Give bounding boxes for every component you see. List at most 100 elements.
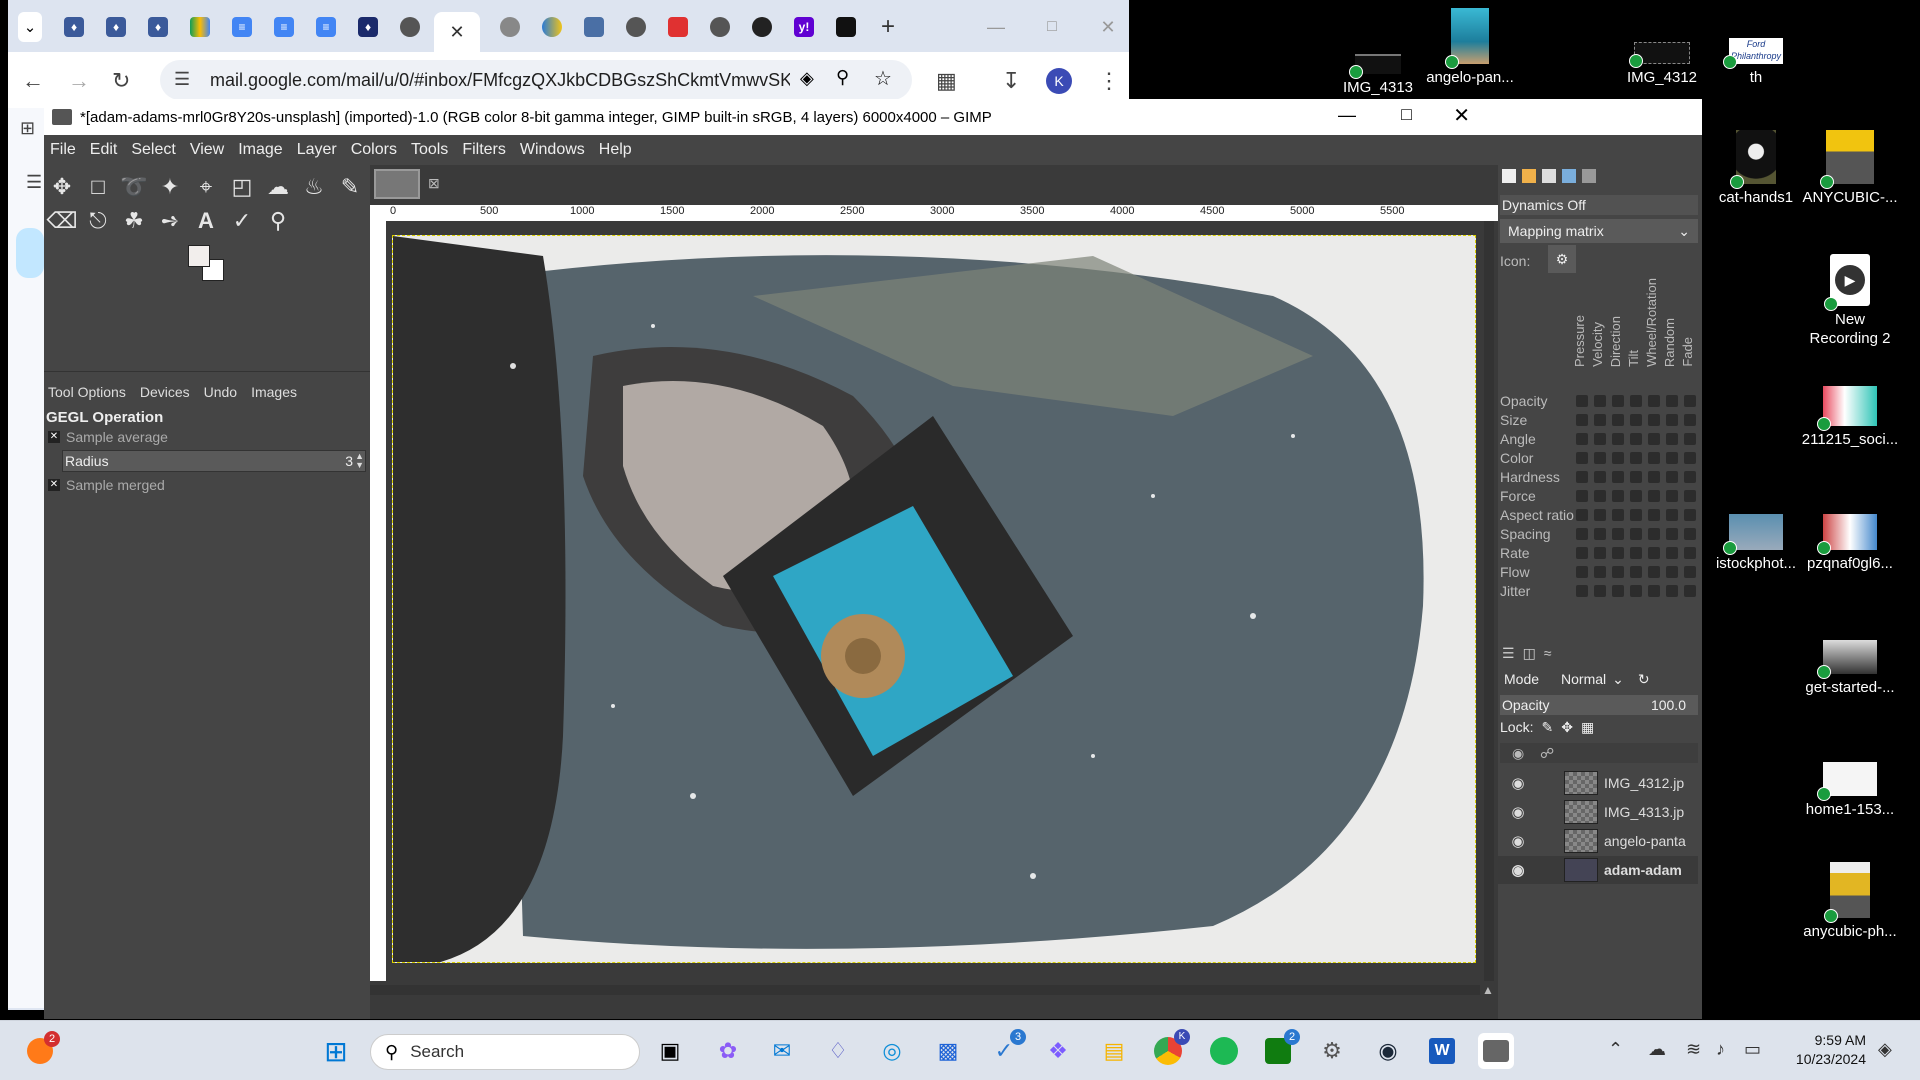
matrix-cell-toggle[interactable]	[1648, 490, 1660, 502]
matrix-cell-toggle[interactable]	[1576, 433, 1588, 445]
desktop-icon-istockphoto[interactable]: istockphot...	[1706, 514, 1806, 573]
browser-tab[interactable]	[392, 12, 428, 42]
matrix-cell-toggle[interactable]	[1648, 433, 1660, 445]
site-info-icon[interactable]: ☰	[174, 69, 190, 90]
radius-spinner[interactable]: Radius 3 ▲ ▼	[62, 450, 366, 472]
word-icon[interactable]: W	[1424, 1033, 1460, 1069]
matrix-cell-toggle[interactable]	[1630, 566, 1642, 578]
matrix-cell-toggle[interactable]	[1630, 547, 1642, 559]
matrix-cell-toggle[interactable]	[1630, 528, 1642, 540]
matrix-cell-toggle[interactable]	[1612, 547, 1624, 559]
layer-row[interactable]: ◉ IMG_4313.jp	[1498, 798, 1698, 826]
browser-tab[interactable]: ≡	[266, 12, 302, 42]
desktop-icon-th[interactable]: Ford Philanthropy th	[1706, 38, 1806, 87]
matrix-cell-toggle[interactable]	[1594, 547, 1606, 559]
lock-pixels-icon[interactable]: ✎	[1541, 719, 1553, 739]
matrix-cell-toggle[interactable]	[1594, 452, 1606, 464]
matrix-cell-toggle[interactable]	[1648, 528, 1660, 540]
matrix-cell-toggle[interactable]	[1576, 509, 1588, 521]
menu-select[interactable]: Select	[125, 141, 183, 159]
settings-icon[interactable]: ⚙	[1314, 1033, 1350, 1069]
matrix-cell-toggle[interactable]	[1648, 395, 1660, 407]
browser-tab[interactable]: ≡	[224, 12, 260, 42]
matrix-cell-toggle[interactable]	[1630, 585, 1642, 597]
notifications-bell-icon[interactable]: ◈	[1878, 1039, 1892, 1060]
clock[interactable]: 9:59 AM 10/23/2024	[1778, 1031, 1866, 1069]
move-tool-icon[interactable]: ✥	[48, 173, 76, 201]
matrix-cell-toggle[interactable]	[1594, 471, 1606, 483]
matrix-cell-toggle[interactable]	[1684, 471, 1696, 483]
browser-tab[interactable]: ♦	[350, 12, 386, 42]
layer-row[interactable]: ◉ angelo-panta	[1498, 827, 1698, 855]
close-icon[interactable]: ✕	[449, 22, 464, 43]
security-icon[interactable]: ☁	[1648, 1039, 1666, 1060]
app-icon[interactable]: ❖	[1040, 1033, 1076, 1069]
menu-kebab-icon[interactable]: ⋮	[1098, 68, 1120, 94]
search-box[interactable]: ⚲ Search	[370, 1034, 640, 1070]
matrix-cell-toggle[interactable]	[1612, 585, 1624, 597]
bucket-fill-tool-icon[interactable]: ♨	[300, 173, 328, 201]
battery-icon[interactable]: ▭	[1744, 1039, 1761, 1060]
matrix-cell-toggle[interactable]	[1576, 395, 1588, 407]
matrix-cell-toggle[interactable]	[1684, 452, 1696, 464]
matrix-cell-toggle[interactable]	[1594, 528, 1606, 540]
browser-tab[interactable]	[702, 12, 738, 42]
mapping-matrix-select[interactable]: Mapping matrix ⌄	[1500, 219, 1698, 243]
desktop-icon-211215[interactable]: 211215_soci...	[1800, 386, 1900, 449]
matrix-cell-toggle[interactable]	[1648, 547, 1660, 559]
close-image-tab-icon[interactable]: ⊠	[428, 175, 440, 192]
color-picker-tool-icon[interactable]: ✓	[228, 207, 256, 235]
image-tab-thumbnail[interactable]	[374, 169, 420, 199]
matrix-cell-toggle[interactable]	[1594, 509, 1606, 521]
navigate-icon[interactable]: ▲	[1482, 983, 1494, 997]
eraser-tool-icon[interactable]: ⌫	[46, 207, 77, 235]
matrix-cell-toggle[interactable]	[1666, 528, 1678, 540]
matrix-cell-toggle[interactable]	[1666, 452, 1678, 464]
transform-tool-icon[interactable]: ◰	[228, 173, 256, 201]
tab-tool-options[interactable]: Tool Options	[48, 384, 126, 400]
todo-icon[interactable]: ✓ 3	[986, 1029, 1026, 1069]
matrix-cell-toggle[interactable]	[1576, 528, 1588, 540]
dynamics-tab-icon[interactable]	[1582, 169, 1596, 183]
zoom-tool-icon[interactable]: ⚲	[264, 207, 292, 235]
volume-icon[interactable]: ♪	[1716, 1039, 1725, 1060]
desktop-icon-img4312[interactable]: IMG_4312	[1612, 42, 1712, 87]
matrix-cell-toggle[interactable]	[1612, 509, 1624, 521]
matrix-cell-toggle[interactable]	[1594, 395, 1606, 407]
matrix-cell-toggle[interactable]	[1594, 566, 1606, 578]
browser-tab[interactable]: ♦	[56, 12, 92, 42]
mail-icon[interactable]: ✉	[764, 1033, 800, 1069]
matrix-cell-toggle[interactable]	[1630, 452, 1642, 464]
clone-tool-icon[interactable]: ⎋	[84, 207, 112, 235]
lock-position-icon[interactable]: ✥	[1561, 719, 1573, 739]
browser-tab[interactable]	[660, 12, 696, 42]
patterns-icon[interactable]	[1522, 169, 1536, 183]
close-window-button[interactable]: ✕	[1090, 12, 1126, 42]
matrix-cell-toggle[interactable]	[1684, 509, 1696, 521]
desktop-icon-anycubic-ph[interactable]: anycubic-ph...	[1800, 862, 1900, 941]
fuzzy-select-tool-icon[interactable]: ✦	[156, 173, 184, 201]
tab-search-button[interactable]: ⌄	[18, 12, 42, 42]
matrix-cell-toggle[interactable]	[1684, 490, 1696, 502]
menu-view[interactable]: View	[184, 141, 232, 159]
matrix-cell-toggle[interactable]	[1684, 395, 1696, 407]
steam-icon[interactable]: ◉	[1370, 1033, 1406, 1069]
matrix-cell-toggle[interactable]	[1666, 433, 1678, 445]
matrix-cell-toggle[interactable]	[1630, 395, 1642, 407]
reset-icon[interactable]: ↻	[1638, 671, 1650, 688]
eye-icon[interactable]: ◉	[1498, 774, 1538, 792]
matrix-cell-toggle[interactable]	[1576, 414, 1588, 426]
browser-tab[interactable]	[618, 12, 654, 42]
browser-tab[interactable]	[576, 12, 612, 42]
file-explorer-icon[interactable]: ▤	[1096, 1033, 1132, 1069]
tab-undo[interactable]: Undo	[204, 384, 237, 400]
menu-layer[interactable]: Layer	[291, 141, 345, 159]
compose-button[interactable]	[16, 228, 44, 278]
paths-tab-icon[interactable]: ≈	[1544, 645, 1552, 663]
dynamics-icon[interactable]: ⚙	[1548, 245, 1576, 273]
minimize-button[interactable]: —	[1338, 105, 1356, 126]
matrix-cell-toggle[interactable]	[1576, 566, 1588, 578]
hamburger-icon[interactable]: ☰	[26, 172, 42, 193]
document-history-icon[interactable]	[1562, 169, 1576, 183]
layer-row-active[interactable]: ◉ adam-adam	[1498, 856, 1698, 884]
